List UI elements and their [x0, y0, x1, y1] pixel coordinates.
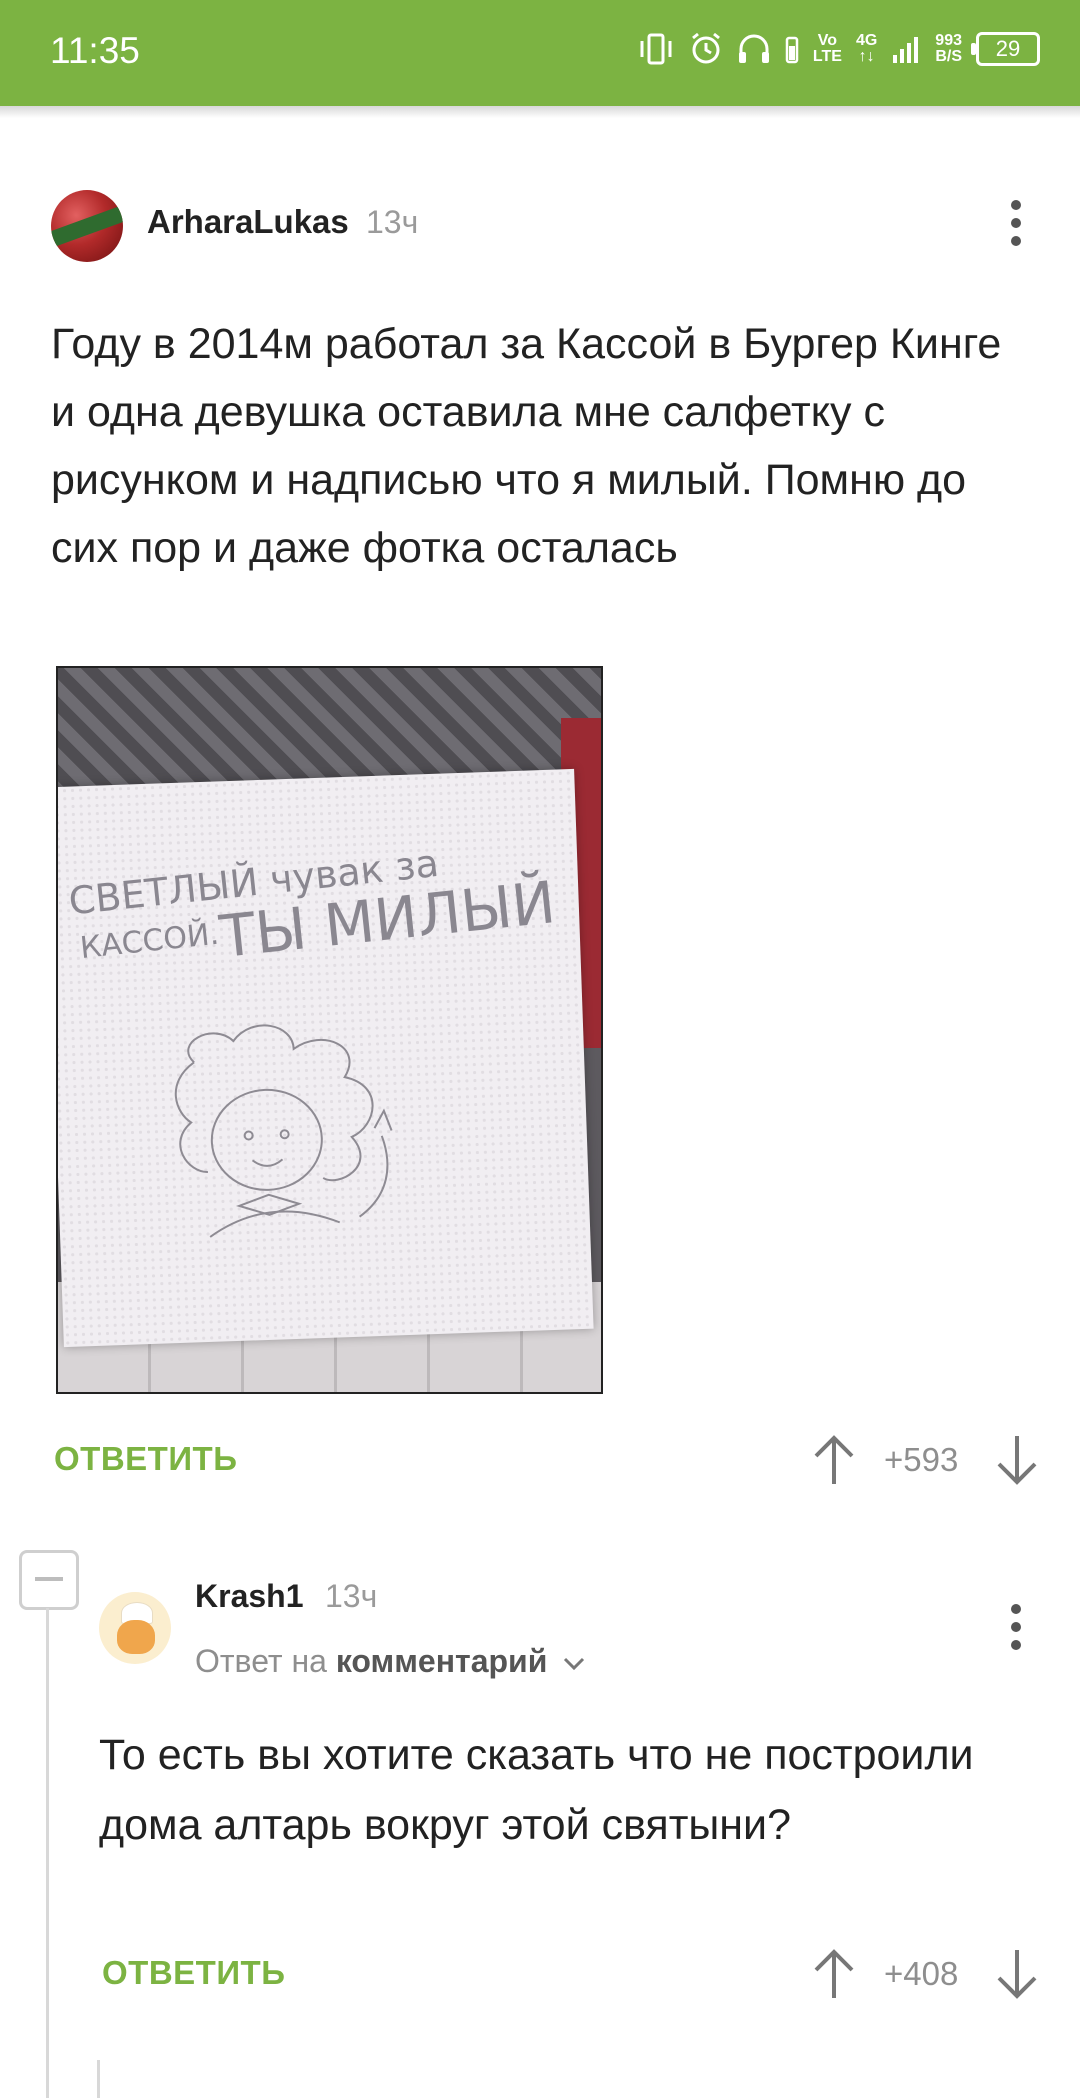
- comment-more-icon[interactable]: [1010, 1604, 1022, 1652]
- post-author[interactable]: ArharaLukas: [147, 203, 349, 241]
- reply-to-target[interactable]: комментарий: [336, 1643, 548, 1679]
- post-more-icon[interactable]: [1010, 200, 1022, 248]
- post-image[interactable]: СВЕТЛЫЙ чувак за КАССОЙ. ТЫ МИЛЫЙ: [56, 666, 603, 1394]
- network-type: 4G ↑↓: [855, 32, 878, 65]
- commenter-avatar[interactable]: [99, 1592, 171, 1664]
- comment-upvote-icon[interactable]: [812, 1948, 856, 2009]
- post-reply-button[interactable]: ОТВЕТИТЬ: [54, 1440, 237, 1478]
- author-avatar[interactable]: [51, 190, 123, 262]
- header-shadow: [0, 106, 1080, 118]
- status-bar: 11:35 Vo LTE 4G ↑↓ 993 B/S 29: [0, 0, 1080, 106]
- reply-to-link[interactable]: Ответ на комментарий: [195, 1643, 586, 1680]
- vibrate-icon: [640, 33, 672, 65]
- collapse-thread-button[interactable]: [19, 1550, 79, 1610]
- battery-small-icon: [785, 36, 799, 64]
- network-speed: 993 B/S: [935, 32, 962, 65]
- comment-rating: +408: [884, 1955, 959, 1992]
- chevron-down-icon[interactable]: [562, 1656, 586, 1672]
- alarm-icon: [691, 32, 720, 64]
- volte-indicator: Vo LTE: [812, 32, 842, 65]
- signal-icon: [893, 37, 919, 63]
- headphones-icon: [738, 34, 769, 63]
- comment-downvote-icon[interactable]: [995, 1948, 1039, 2009]
- battery-icon: 29: [971, 32, 1040, 66]
- post-rating: +593: [884, 1441, 959, 1478]
- thread-line: [46, 1608, 49, 2098]
- status-time: 11:35: [50, 30, 140, 71]
- status-icons: Vo LTE 4G ↑↓ 993 B/S 29: [637, 32, 1040, 66]
- comment-time: 13ч: [325, 1578, 378, 1614]
- comment-text: То есть вы хотите сказать что не построи…: [99, 1731, 974, 1849]
- comment-reply-button[interactable]: ОТВЕТИТЬ: [102, 1954, 285, 1992]
- post-downvote-icon[interactable]: [995, 1434, 1039, 1495]
- battery-level: 29: [995, 36, 1021, 61]
- post-time: 13ч: [366, 204, 419, 240]
- post-text: Году в 2014м работал за Кассой в Бургер …: [51, 320, 1002, 572]
- nested-thread-line: [97, 2060, 100, 2098]
- post-upvote-icon[interactable]: [812, 1434, 856, 1495]
- comment-author[interactable]: Krash1: [195, 1578, 304, 1615]
